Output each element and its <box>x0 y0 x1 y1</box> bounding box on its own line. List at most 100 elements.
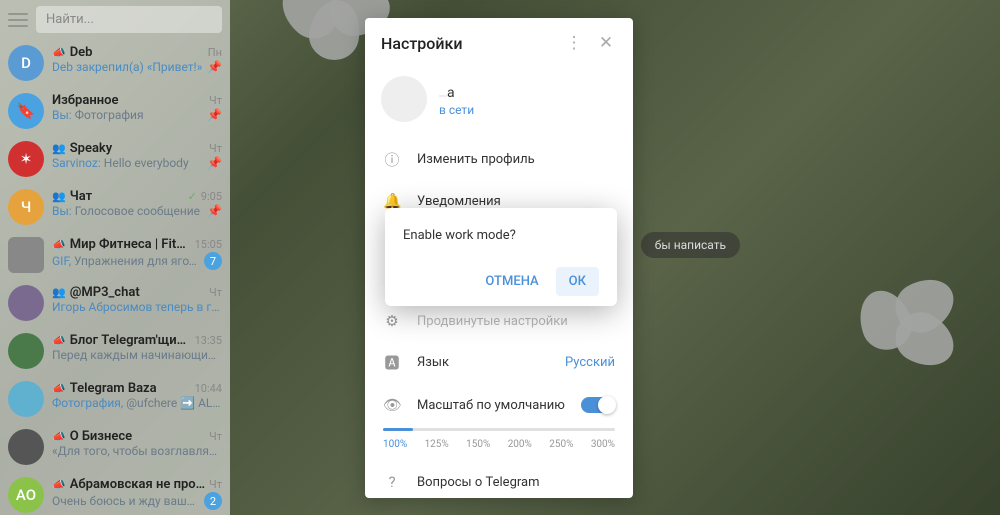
chat-avatar <box>8 237 44 273</box>
unread-badge: 7 <box>204 252 222 270</box>
chat-row[interactable]: 📣О БизнесеЧт«Для того, чтобы возглавлять… <box>0 423 230 471</box>
chat-message-preview: Deb закрепил(а) «Привет!» <box>52 60 203 74</box>
chat-row[interactable]: 🔖 Избранное Чт Вы: Фотография 📌 <box>0 87 230 135</box>
search-input[interactable]: Найти... <box>36 6 222 33</box>
chat-avatar: D <box>8 45 44 81</box>
chat-title: Блог Telegram'щика <box>70 333 191 348</box>
chat-title: @MP3_chat <box>70 285 205 300</box>
write-placeholder-pill: бы написать <box>641 232 740 258</box>
scale-section: 👁 Масштаб по умолчанию 100% 125% 150% 200% 2… <box>365 384 633 462</box>
cancel-button[interactable]: ОТМЕНА <box>472 267 551 296</box>
main-area: бы написать Настройки ⋮ ✕ a в сети ⓘ <box>230 0 1000 515</box>
advanced-label: Продвинутые настройки <box>417 314 568 329</box>
more-options-button[interactable]: ⋮ <box>563 32 585 54</box>
channel-type-icon: 👥 <box>52 142 66 155</box>
chat-time: Чт <box>209 94 222 107</box>
channel-type-icon: 👥 <box>52 190 66 203</box>
chat-avatar: АО <box>8 477 44 513</box>
default-scale-toggle[interactable] <box>581 397 615 413</box>
scale-values: 100% 125% 150% 200% 250% 300% <box>383 439 615 450</box>
channel-type-icon: 📣 <box>52 238 66 251</box>
chat-title: Telegram Baza <box>70 381 191 396</box>
chat-row[interactable]: D📣DebПнDeb закрепил(а) «Привет!»📌 <box>0 39 230 87</box>
scale-label: Масштаб по умолчанию <box>417 398 565 413</box>
chat-avatar <box>8 285 44 321</box>
pin-icon: 📌 <box>207 108 222 122</box>
language-icon: 🅰 <box>383 352 401 373</box>
pin-icon: 📌 <box>207 60 222 74</box>
chat-title: Абрамовская не про обрабо... <box>70 477 205 492</box>
chat-title: Deb <box>70 45 204 60</box>
chat-message-preview: Вы: Фотография <box>52 108 203 122</box>
info-icon: ⓘ <box>383 149 401 170</box>
scale-value[interactable]: 125% <box>425 439 449 450</box>
chat-row[interactable]: Ч👥Чат✓ 9:05Вы: Голосовое сообщение📌 <box>0 183 230 231</box>
chat-row[interactable]: 📣Мир Фитнеса | FitnessRU15:05GIF, Упражн… <box>0 231 230 279</box>
chat-title: О Бизнесе <box>70 429 205 444</box>
chat-time: Чт <box>209 142 222 155</box>
language-item[interactable]: 🅰 Язык Русский <box>365 341 633 384</box>
chat-avatar <box>8 333 44 369</box>
ok-button[interactable]: ОК <box>556 267 599 296</box>
profile-status: в сети <box>439 103 617 117</box>
chat-avatar <box>8 429 44 465</box>
chat-time: 15:05 <box>195 238 222 251</box>
eye-icon: 👁 <box>383 396 401 414</box>
chat-time: 13:35 <box>195 334 222 347</box>
settings-title: Настройки <box>381 34 553 53</box>
chat-time: 10:44 <box>195 382 222 395</box>
scale-value[interactable]: 200% <box>508 439 532 450</box>
chat-message-preview: Очень боюсь и жду ваших совет... <box>52 494 200 508</box>
check-icon: ✓ <box>188 190 197 203</box>
menu-button[interactable] <box>8 13 28 27</box>
confirm-dialog: Enable work mode? ОТМЕНА ОК <box>385 208 617 306</box>
unread-badge: 2 <box>204 492 222 510</box>
chat-message-preview: Фотография, @ufchere ➡️ ALL MMA ... <box>52 396 222 410</box>
chat-avatar <box>8 381 44 417</box>
chat-row[interactable]: АО 📣 Абрамовская не про обрабо... Чт Очень б… <box>0 471 230 515</box>
chat-row[interactable]: 📣 Telegram Baza 10:44Фотография, @ufchere … <box>0 375 230 423</box>
close-button[interactable]: ✕ <box>595 32 617 54</box>
scale-value[interactable]: 300% <box>591 439 615 450</box>
chat-row[interactable]: 👥 @MP3_chat ЧтИгорь Абросимов теперь в гру… <box>0 279 230 327</box>
chat-message-preview: «Для того, чтобы возглавлять компа... <box>52 444 222 458</box>
language-label: Язык <box>417 355 449 370</box>
faq-item[interactable]: ? Вопросы о Telegram <box>365 462 633 498</box>
chat-title: Мир Фитнеса | FitnessRU <box>70 237 191 252</box>
chat-message-preview: Игорь Абросимов теперь в группе <box>52 300 222 314</box>
chat-time: Чт <box>209 430 222 443</box>
scale-slider[interactable] <box>383 428 615 431</box>
chat-sidebar: Найти... D📣DebПнDeb закрепил(а) «Привет!… <box>0 0 230 515</box>
chat-avatar: ✶ <box>8 141 44 177</box>
chat-row[interactable]: ✶ 👥 Speaky Чт Sarvinoz: Hello everybody 📌 <box>0 135 230 183</box>
channel-type-icon: 👥 <box>52 286 66 299</box>
chat-message-preview: Sarvinoz: Hello everybody <box>52 156 203 170</box>
chat-time: Чт <box>209 286 222 299</box>
faq-label: Вопросы о Telegram <box>417 475 540 490</box>
channel-type-icon: 📣 <box>52 382 66 395</box>
pin-icon: 📌 <box>207 156 222 170</box>
profile-section[interactable]: a в сети <box>365 68 633 138</box>
channel-type-icon: 📣 <box>52 478 66 491</box>
chat-avatar: 🔖 <box>8 93 44 129</box>
edit-profile-item[interactable]: ⓘ Изменить профиль <box>365 138 633 181</box>
chat-title: Избранное <box>52 93 205 108</box>
scale-value[interactable]: 150% <box>466 439 490 450</box>
chat-row[interactable]: 📣Блог Telegram'щика13:35Перед каждым нач… <box>0 327 230 375</box>
profile-name-suffix: a <box>447 85 455 101</box>
chat-time: Чт <box>209 478 222 491</box>
chat-title: Чат <box>70 189 184 204</box>
scale-value[interactable]: 250% <box>549 439 573 450</box>
advanced-item[interactable]: ⚙ Продвинутые настройки <box>365 301 633 341</box>
chat-title: Speaky <box>70 141 205 156</box>
pin-icon: 📌 <box>207 204 222 218</box>
edit-profile-label: Изменить профиль <box>417 152 535 167</box>
scale-value[interactable]: 100% <box>383 439 407 450</box>
dialog-text: Enable work mode? <box>403 228 599 243</box>
chat-list: D📣DebПнDeb закрепил(а) «Привет!»📌🔖Избран… <box>0 39 230 515</box>
channel-type-icon: 📣 <box>52 334 66 347</box>
help-icon: ? <box>383 473 401 491</box>
profile-avatar <box>381 76 427 122</box>
notifications-label: Уведомления <box>417 194 501 209</box>
profile-name-redacted <box>439 95 447 97</box>
